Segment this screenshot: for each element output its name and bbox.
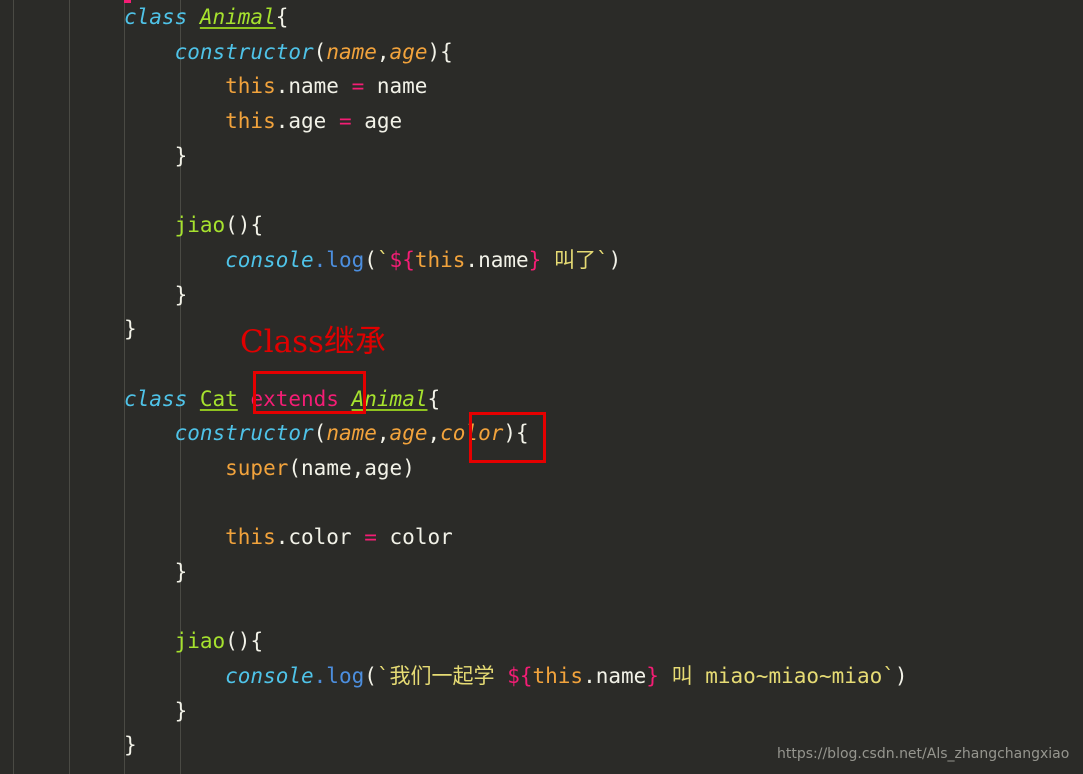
code-token: ) (608, 247, 622, 272)
code-token: = (338, 109, 352, 134)
code-token: name (364, 74, 428, 99)
code-token: name,age (301, 455, 403, 480)
code-token: = (351, 74, 365, 99)
code-token: , (376, 421, 390, 446)
code-token: ) (402, 455, 415, 480)
code-token: .age (275, 109, 339, 134)
code-token: .name (465, 247, 529, 272)
code-line[interactable]: } (0, 694, 908, 729)
code-token: this (124, 74, 276, 99)
code-token: ` (376, 247, 390, 272)
code-token: .name (583, 664, 647, 689)
code-line[interactable]: class Animal{ (0, 0, 908, 35)
code-token: .log (313, 247, 365, 272)
code-token: constructor (124, 421, 314, 446)
code-token: .color (275, 525, 365, 550)
code-line[interactable]: console.log(`我们一起学 ${this.name} 叫 miao~m… (0, 659, 908, 694)
code-line[interactable] (0, 173, 908, 208)
extends-highlight-box (253, 371, 366, 414)
code-token: } (124, 282, 188, 307)
code-token: } (124, 698, 188, 723)
code-token: { (440, 39, 453, 64)
code-line[interactable]: jiao(){ (0, 624, 908, 659)
code-token: } (124, 143, 188, 168)
code-line[interactable]: } (0, 312, 908, 347)
code-token: , (376, 39, 390, 64)
code-token: this (124, 525, 276, 550)
code-token: 叫 miao~miao~miao` (658, 664, 895, 689)
code-token: } (646, 664, 659, 689)
code-token: console (124, 247, 314, 272)
code-token: console (124, 664, 314, 689)
code-line[interactable] (0, 347, 908, 382)
code-token: age (389, 39, 428, 64)
code-token: = (364, 525, 377, 550)
code-line[interactable]: } (0, 555, 908, 590)
annotation-title: Class继承 (240, 324, 386, 360)
code-token: constructor (124, 39, 314, 64)
code-token: name (326, 421, 377, 446)
code-line[interactable]: this.color = color (0, 520, 908, 555)
code-line[interactable]: class Cat extends Animal{ (0, 382, 908, 417)
code-token: ${ (389, 247, 415, 272)
code-screenshot: class Animal{ constructor(name,age){ thi… (0, 0, 1083, 774)
color-param-highlight-box (469, 412, 546, 463)
code-line[interactable] (0, 590, 908, 625)
code-token: } (124, 733, 137, 758)
code-token: ) (427, 39, 441, 64)
code-token: } (124, 317, 137, 342)
code-line[interactable]: this.name = name (0, 69, 908, 104)
code-line[interactable]: } (0, 278, 908, 313)
code-token: ( (313, 39, 327, 64)
code-token: this (414, 247, 466, 272)
code-token: .name (275, 74, 352, 99)
code-token: ( (288, 455, 302, 480)
code-token: this (124, 109, 276, 134)
code-token: 叫了` (541, 247, 609, 272)
code-line[interactable]: this.age = age (0, 104, 908, 139)
code-line[interactable]: } (0, 139, 908, 174)
code-token: color (376, 525, 453, 550)
code-token: .log (313, 664, 365, 689)
watermark-url: https://blog.csdn.net/Als_zhangchangxiao (777, 746, 1070, 762)
code-token: ${ (507, 664, 533, 689)
code-token: Animal (199, 5, 276, 29)
code-token: ) (894, 664, 908, 689)
code-line[interactable] (0, 486, 908, 521)
code-token: { (427, 386, 441, 411)
code-token: class (124, 5, 200, 29)
code-token: age (389, 421, 428, 446)
code-token: `我们一起学 (376, 664, 508, 689)
code-token: ( (364, 664, 377, 689)
code-line[interactable]: jiao(){ (0, 208, 908, 243)
code-token: , (427, 421, 441, 446)
code-token: jiao (124, 629, 226, 654)
code-token: } (124, 560, 188, 584)
code-block[interactable]: class Animal{ constructor(name,age){ thi… (0, 0, 908, 763)
code-token: class (124, 386, 200, 411)
code-token: } (528, 247, 542, 272)
code-token: age (351, 109, 403, 134)
code-token: name (326, 39, 377, 64)
code-line[interactable]: super(name,age) (0, 451, 908, 486)
code-token: (){ (225, 629, 264, 654)
code-token: Cat (199, 386, 238, 411)
code-line[interactable]: } (0, 728, 908, 763)
code-token: ( (364, 247, 377, 272)
code-token: jiao (124, 213, 226, 238)
code-line[interactable]: constructor(name,age){ (0, 35, 908, 70)
code-token: { (275, 5, 289, 29)
code-token: this (532, 664, 584, 689)
code-line[interactable]: console.log(`${this.name} 叫了`) (0, 243, 908, 278)
code-line[interactable]: constructor(name,age,color){ (0, 416, 908, 451)
code-token: ( (313, 421, 327, 446)
code-token: super (124, 455, 289, 480)
code-token: (){ (225, 213, 264, 238)
